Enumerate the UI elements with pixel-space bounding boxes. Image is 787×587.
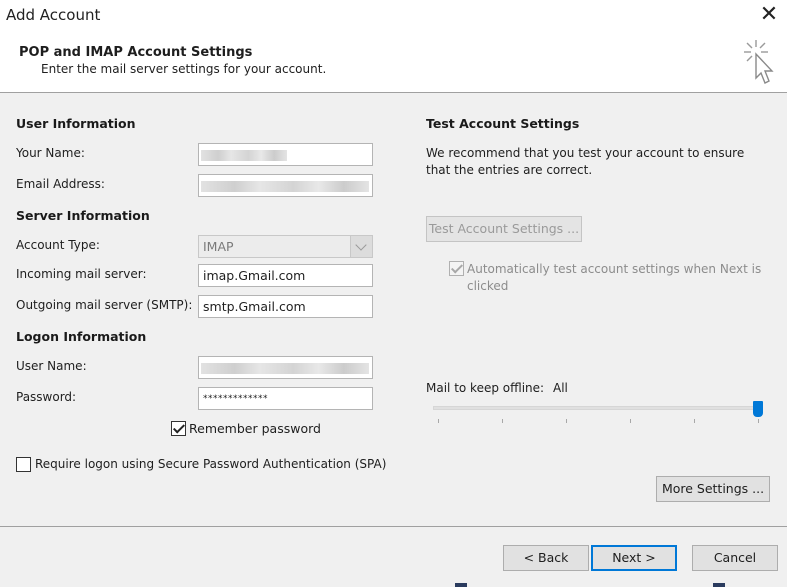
mail-offline-value: All — [553, 381, 568, 395]
your-name-field[interactable] — [198, 143, 373, 166]
incoming-server-input[interactable]: imap.Gmail.com — [198, 264, 373, 287]
slider-tick — [438, 419, 439, 423]
spa-checkbox[interactable] — [16, 457, 31, 472]
slider-tick — [758, 419, 759, 423]
mail-offline-slider[interactable] — [433, 406, 759, 410]
user-info-heading: User Information — [16, 116, 136, 131]
redacted-name — [201, 150, 287, 161]
incoming-server-label: Incoming mail server: — [16, 267, 147, 281]
your-name-label: Your Name: — [16, 146, 85, 160]
user-name-label: User Name: — [16, 359, 87, 373]
window-title: Add Account — [6, 6, 101, 24]
remember-password-checkbox[interactable] — [171, 421, 186, 436]
header-subtitle: Enter the mail server settings for your … — [41, 62, 327, 76]
account-type-select: IMAP — [198, 235, 373, 258]
redacted-email — [201, 181, 369, 192]
email-address-label: Email Address: — [16, 177, 105, 191]
mail-offline-label: Mail to keep offline: — [426, 381, 545, 395]
spa-label: Require logon using Secure Password Auth… — [35, 457, 387, 471]
next-button[interactable]: Next > — [591, 545, 677, 571]
outgoing-server-input[interactable]: smtp.Gmail.com — [198, 295, 373, 318]
account-type-value: IMAP — [203, 239, 234, 254]
slider-tick — [566, 419, 567, 423]
header-title: POP and IMAP Account Settings — [19, 45, 253, 60]
server-info-heading: Server Information — [16, 208, 150, 223]
taskbar-fragment — [455, 583, 467, 587]
slider-tick — [630, 419, 631, 423]
cancel-button[interactable]: Cancel — [692, 545, 778, 571]
outgoing-server-label: Outgoing mail server (SMTP): — [16, 298, 193, 312]
remember-password-label: Remember password — [189, 421, 321, 436]
dialog-header: POP and IMAP Account Settings Enter the … — [0, 32, 787, 92]
back-button[interactable]: < Back — [503, 545, 589, 571]
chevron-down-icon — [350, 236, 372, 257]
more-settings-button[interactable]: More Settings ... — [656, 476, 770, 502]
test-account-settings-button[interactable]: Test Account Settings ... — [426, 216, 582, 242]
password-input[interactable]: ************* — [198, 387, 373, 410]
slider-tick — [502, 419, 503, 423]
slider-thumb[interactable] — [753, 401, 763, 417]
user-name-input[interactable] — [198, 356, 373, 379]
auto-test-checkbox[interactable] — [449, 261, 464, 276]
taskbar-fragment — [713, 583, 725, 587]
test-settings-heading: Test Account Settings — [426, 116, 580, 131]
slider-tick — [694, 419, 695, 423]
email-address-field[interactable] — [198, 174, 373, 197]
logon-info-heading: Logon Information — [16, 329, 147, 344]
test-settings-description: We recommend that you test your account … — [426, 146, 745, 177]
auto-test-label: Automatically test account settings when… — [467, 262, 762, 293]
redacted-username — [201, 363, 369, 374]
account-type-label: Account Type: — [16, 238, 100, 252]
password-label: Password: — [16, 390, 77, 404]
title-bar: Add Account ✕ — [0, 0, 787, 32]
cursor-sparkle-icon — [744, 40, 774, 84]
close-icon[interactable]: ✕ — [756, 2, 782, 28]
